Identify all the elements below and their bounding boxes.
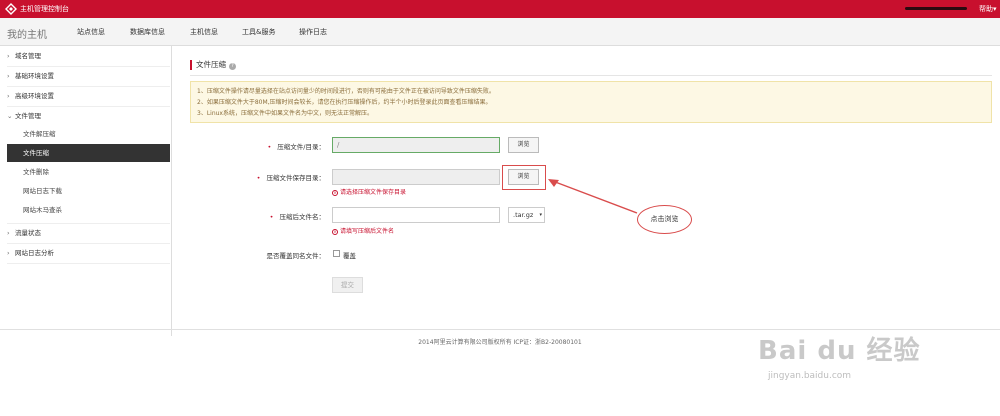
nav-item-tools-services[interactable]: 工具&服务 — [242, 27, 275, 37]
sidebar-subitem-log-download[interactable]: 网站日志下载 — [7, 182, 170, 200]
chevron-right-icon: › — [7, 249, 10, 257]
console-title: 主机管理控制台 — [20, 5, 69, 13]
sidebar-item-label: 基础环境设置 — [15, 72, 54, 80]
chevron-down-icon: ⌄ — [7, 112, 13, 120]
help-icon[interactable]: ? — [229, 63, 236, 70]
page-title-text: 文件压缩 — [196, 60, 226, 69]
overwrite-label: 是否覆盖同名文件： — [266, 252, 326, 260]
help-menu[interactable]: 帮助▾ — [979, 4, 997, 14]
baidu-jingyan-watermark: Bai du 经验 — [758, 336, 921, 366]
file-name-label: • 压缩后文件名： — [255, 211, 325, 221]
chevron-right-icon: › — [7, 52, 10, 60]
save-dir-error-text: 请选择压缩文件保存目录 — [340, 189, 407, 196]
nav-item-operation-log[interactable]: 操作日志 — [299, 27, 327, 37]
overwrite-checkbox[interactable] — [333, 250, 340, 257]
nav-item-host-info[interactable]: 主机信息 — [190, 27, 218, 37]
sidebar-item-label: 流量状态 — [15, 229, 41, 237]
chevron-right-icon: › — [7, 92, 10, 100]
annotation-bubble: 点击浏览 — [637, 205, 692, 234]
annotation-arrow-icon — [548, 179, 638, 214]
notice-box: 1、压缩文件操作请尽量选择在站点访问量少的时间段进行，否则有可能由于文件正在被访… — [190, 81, 992, 123]
save-dir-label-text: 压缩文件保存目录： — [266, 174, 326, 182]
source-label-text: 压缩文件/目录： — [277, 143, 325, 151]
save-dir-input[interactable] — [332, 169, 500, 185]
sidebar-subitem-trojan-scan[interactable]: 网站木马查杀 — [7, 201, 170, 219]
save-dir-error: × 请选择压缩文件保存目录 — [332, 187, 406, 196]
aliyun-logo-icon — [5, 3, 17, 15]
nav-item-site-info[interactable]: 站点信息 — [77, 27, 105, 37]
file-name-error-text: 请填写压缩后文件名 — [340, 228, 395, 235]
sidebar-subitem-decompress[interactable]: 文件解压缩 — [7, 125, 170, 143]
page-title: 文件压缩? — [190, 60, 236, 70]
sidebar-subitem-compress[interactable]: 文件压缩 — [7, 144, 170, 162]
sidebar-item-log-analysis[interactable]: › 网站日志分析 — [7, 244, 170, 262]
chevron-right-icon: › — [7, 229, 10, 237]
required-mark: • — [269, 213, 274, 221]
save-dir-label: • 压缩文件保存目录： — [255, 172, 325, 182]
sidebar-item-label: 文件管理 — [15, 112, 41, 120]
sidebar-item-advanced-env[interactable]: › 高级环境设置 — [7, 87, 170, 105]
sidebar-item-label: 高级环境设置 — [15, 92, 54, 100]
top-bar: 主机管理控制台 帮助▾ — [0, 0, 1000, 18]
required-mark: • — [256, 174, 261, 182]
required-mark: • — [267, 143, 272, 151]
file-name-input[interactable] — [332, 207, 500, 223]
extension-select-value: .tar.gz — [513, 211, 534, 219]
file-name-error: × 请填写压缩后文件名 — [332, 226, 394, 235]
notice-line: 3、Linux系统，压缩文件中如果文件名为中文，则无法正常解压。 — [197, 110, 373, 117]
sidebar-subitem-delete[interactable]: 文件删除 — [7, 163, 170, 181]
notice-line: 1、压缩文件操作请尽量选择在站点访问量少的时间段进行，否则有可能由于文件正在被访… — [197, 88, 495, 95]
nav-item-database-info[interactable]: 数据库信息 — [130, 27, 165, 37]
main-nav: 我的主机 站点信息 数据库信息 主机信息 工具&服务 操作日志 — [0, 18, 1000, 46]
overwrite-option-label: 覆盖 — [343, 252, 356, 260]
sidebar-item-basic-env[interactable]: › 基础环境设置 — [7, 67, 170, 85]
user-account-redacted[interactable] — [905, 7, 967, 10]
sidebar-item-traffic[interactable]: › 流量状态 — [7, 224, 170, 242]
error-icon: × — [332, 228, 338, 235]
source-label: • 压缩文件/目录： — [255, 141, 325, 151]
sidebar-item-domain[interactable]: › 域名管理 — [7, 47, 170, 65]
divider — [7, 263, 170, 264]
brand-my-host[interactable]: 我的主机 — [7, 26, 47, 41]
sidebar-item-file-management[interactable]: ⌄ 文件管理 — [7, 107, 170, 125]
browse-source-button[interactable]: 浏览 — [508, 137, 539, 153]
sidebar-item-label: 域名管理 — [15, 52, 41, 60]
chevron-right-icon: › — [7, 72, 10, 80]
submit-button[interactable]: 提交 — [332, 277, 363, 293]
source-path-input[interactable]: / — [332, 137, 500, 153]
notice-line: 2、如果压缩文件大于80M,压缩时间会较长，请您在执行压缩操作后，约半个小时后登… — [197, 99, 492, 106]
file-name-label-text: 压缩后文件名： — [279, 213, 326, 221]
error-icon: × — [332, 189, 338, 196]
sidebar-item-label: 网站日志分析 — [15, 249, 54, 257]
watermark-url: jingyan.baidu.com — [768, 371, 852, 381]
divider — [190, 75, 992, 76]
